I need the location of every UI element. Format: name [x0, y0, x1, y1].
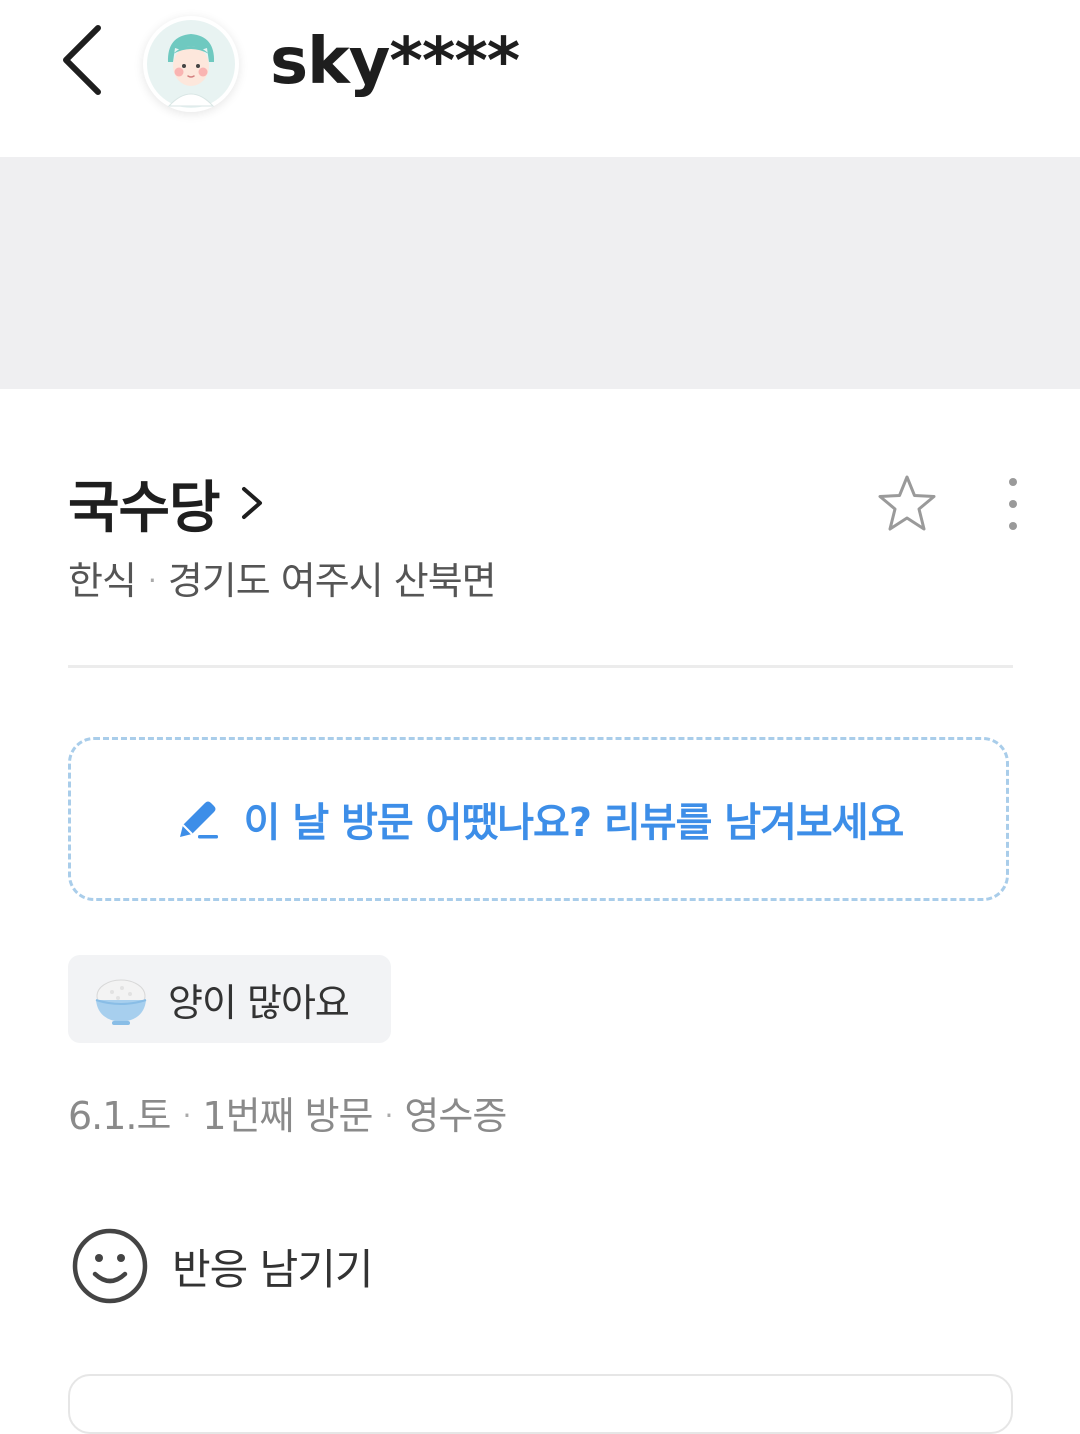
place-title-link[interactable]: 국수당 [68, 466, 266, 541]
visit-separator-2: · [384, 1099, 394, 1132]
place-meta: 한식 · 경기도 여주시 산북면 [68, 555, 497, 607]
more-options-button[interactable] [996, 472, 1030, 536]
smile-icon [72, 1228, 148, 1304]
keyword-chip: 양이 많아요 [68, 955, 391, 1043]
place-name: 국수당 [68, 475, 221, 541]
write-review-button[interactable]: 이 날 방문 어땠나요? 리뷰를 남겨보세요 [68, 737, 1009, 901]
place-category: 한식 [68, 559, 137, 603]
meta-separator: · [147, 564, 157, 597]
leave-reaction-button[interactable]: 반응 남기기 [70, 1226, 374, 1306]
next-content-card [68, 1374, 1013, 1434]
visit-verification: 영수증 [404, 1094, 507, 1138]
chevron-left-icon [63, 25, 101, 95]
username[interactable]: sky**** [270, 22, 520, 102]
rice-bowl-icon [95, 979, 147, 1025]
review-prompt-text: 이 날 방문 어땠나요? 리뷰를 남겨보세요 [243, 800, 905, 846]
chevron-right-icon [241, 487, 262, 519]
divider [68, 665, 1013, 668]
visit-count: 1번째 방문 [202, 1094, 373, 1138]
visit-separator-1: · [182, 1099, 191, 1132]
back-button[interactable] [52, 20, 112, 100]
star-outline-icon [878, 475, 936, 531]
place-address: 경기도 여주시 산북면 [167, 559, 497, 603]
favorite-button[interactable] [874, 472, 940, 536]
more-vertical-icon [1009, 478, 1017, 530]
avatar[interactable] [143, 16, 239, 112]
visit-info: 6.1.토 · 1번째 방문 · 영수증 [68, 1090, 507, 1142]
banner-placeholder [0, 157, 1080, 389]
profile-header: sky**** [0, 0, 1080, 157]
visit-date: 6.1.토 [68, 1094, 171, 1138]
reaction-label: 반응 남기기 [172, 1244, 374, 1294]
user-avatar-illustration [147, 20, 235, 108]
keyword-label: 양이 많아요 [168, 980, 350, 1025]
pencil-icon [179, 801, 218, 839]
